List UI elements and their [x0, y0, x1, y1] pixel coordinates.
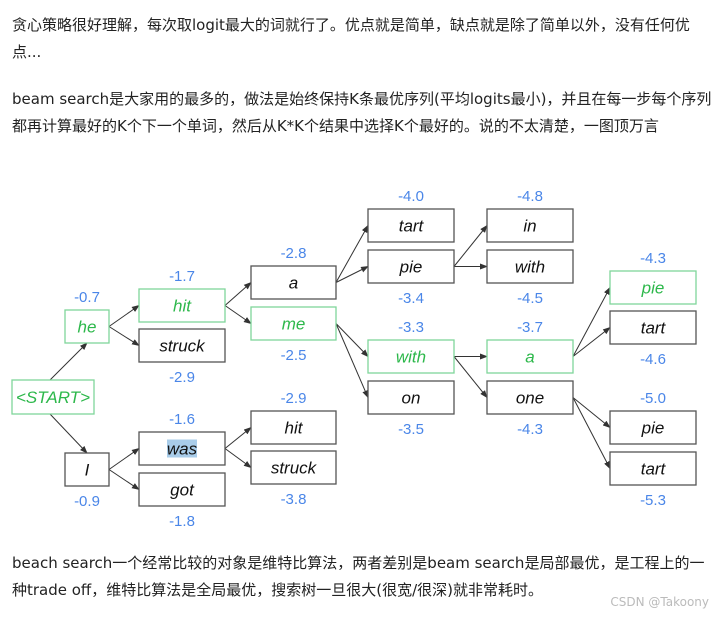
- node-score: -2.9: [169, 369, 195, 386]
- edge-arrow: [224, 305, 252, 325]
- node-label: on: [402, 389, 421, 408]
- edge-arrow: [572, 397, 611, 470]
- tree-node-start: <START>: [11, 379, 95, 415]
- tree-node-tart3: tart -4.6: [609, 310, 697, 368]
- edge-arrow: [224, 281, 252, 306]
- tree-node-I: I -0.9: [64, 452, 110, 510]
- node-label: tart: [641, 319, 667, 338]
- node-label: in: [523, 217, 536, 236]
- node-score: -4.6: [640, 351, 666, 368]
- edge-arrow: [49, 342, 88, 381]
- tree-node-tart4: tart -5.3: [609, 451, 697, 509]
- beam-search-tree-diagram: <START> he -0.7 I -0.9 hit -1.7 struck -2.9 was -1…: [11, 188, 697, 530]
- node-label: hit: [285, 419, 304, 438]
- node-label: a: [525, 348, 534, 367]
- node-label: he: [78, 318, 97, 337]
- tree-node-me: me -2.5: [250, 306, 337, 364]
- tree-node-struck: struck -2.9: [138, 328, 226, 386]
- edge-arrow: [224, 426, 252, 449]
- tree-node-one: one -4.3: [486, 380, 574, 438]
- node-score: -4.3: [517, 421, 543, 438]
- node-label: tart: [399, 217, 425, 236]
- node-label: I: [85, 461, 90, 480]
- tree-node-a: a -2.8: [250, 245, 337, 300]
- edge-arrow: [453, 356, 488, 399]
- edge-arrow: [224, 448, 252, 469]
- edge-arrow: [453, 224, 488, 267]
- node-label: one: [516, 389, 544, 408]
- tree-node-got: got -1.8: [138, 472, 226, 530]
- tree-node-he: he -0.7: [64, 289, 110, 344]
- node-label: with: [396, 348, 426, 367]
- edge-arrow: [108, 469, 140, 491]
- tree-node-in: in -4.8: [486, 188, 574, 243]
- watermark: CSDN @Takoony: [610, 595, 709, 609]
- edge-arrow: [335, 323, 369, 399]
- tree-node-struck2: struck -3.8: [250, 450, 337, 508]
- node-score: -3.8: [281, 491, 307, 508]
- node-score: -3.7: [517, 319, 543, 336]
- edge-arrow: [572, 397, 611, 429]
- node-label: me: [282, 315, 306, 334]
- node-label: pie: [641, 279, 665, 298]
- tree-node-was: was -1.6: [138, 411, 226, 466]
- node-score: -3.5: [398, 421, 424, 438]
- edge-arrow: [335, 323, 369, 358]
- node-score: -1.7: [169, 268, 195, 285]
- node-label: was: [167, 440, 198, 459]
- node-label: pie: [641, 419, 665, 438]
- node-label: a: [289, 274, 298, 293]
- tree-node-hit: hit -1.7: [138, 268, 226, 323]
- tree-node-tart: tart -4.0: [367, 188, 455, 243]
- tree-node-pie: pie -3.4: [367, 249, 455, 307]
- node-label: got: [170, 481, 195, 500]
- paragraph-beam-search: beam search是大家用的最多的，做法是始终保持K条最优序列(平均logi…: [12, 90, 712, 135]
- node-score: -3.4: [398, 290, 424, 307]
- tree-node-pie4: pie -5.0: [609, 390, 697, 445]
- edge-arrow: [572, 326, 611, 357]
- edge-arrow: [49, 413, 88, 454]
- node-score: -4.3: [640, 250, 666, 267]
- node-score: -2.5: [281, 347, 307, 364]
- tree-node-on: on -3.5: [367, 380, 455, 438]
- node-score: -3.3: [398, 319, 424, 336]
- node-score: -0.7: [74, 289, 100, 306]
- node-label: hit: [173, 297, 192, 316]
- node-label: with: [515, 258, 545, 277]
- tree-node-a2: a -3.7: [486, 319, 574, 374]
- tree-node-hit2: hit -2.9: [250, 390, 337, 445]
- node-score: -4.5: [517, 290, 543, 307]
- node-label: pie: [399, 258, 423, 277]
- edge-arrow: [108, 447, 140, 470]
- node-label: tart: [641, 460, 667, 479]
- edge-arrow: [108, 326, 140, 347]
- node-score: -1.8: [169, 513, 195, 530]
- node-label: struck: [159, 337, 206, 356]
- node-score: -2.8: [281, 245, 307, 262]
- tree-node-with: with -3.3: [367, 319, 455, 374]
- paragraph-greedy: 贪心策略很好理解，每次取logit最大的词就行了。优点就是简单，缺点就是除了简单…: [12, 16, 690, 61]
- node-label: <START>: [16, 388, 90, 407]
- paragraph-viterbi: beach search一个经常比较的对象是维特比算法，两者差别是beam se…: [12, 554, 705, 599]
- tree-node-with2: with -4.5: [486, 249, 574, 307]
- edge-arrow: [108, 304, 140, 327]
- node-label: struck: [271, 459, 318, 478]
- node-score: -4.8: [517, 188, 543, 205]
- node-score: -1.6: [169, 411, 195, 428]
- tree-node-pie3: pie -4.3: [609, 250, 697, 305]
- node-score: -0.9: [74, 493, 100, 510]
- node-score: -5.0: [640, 390, 666, 407]
- node-score: -2.9: [281, 390, 307, 407]
- edge-arrow: [572, 286, 611, 357]
- node-score: -5.3: [640, 492, 666, 509]
- node-score: -4.0: [398, 188, 424, 205]
